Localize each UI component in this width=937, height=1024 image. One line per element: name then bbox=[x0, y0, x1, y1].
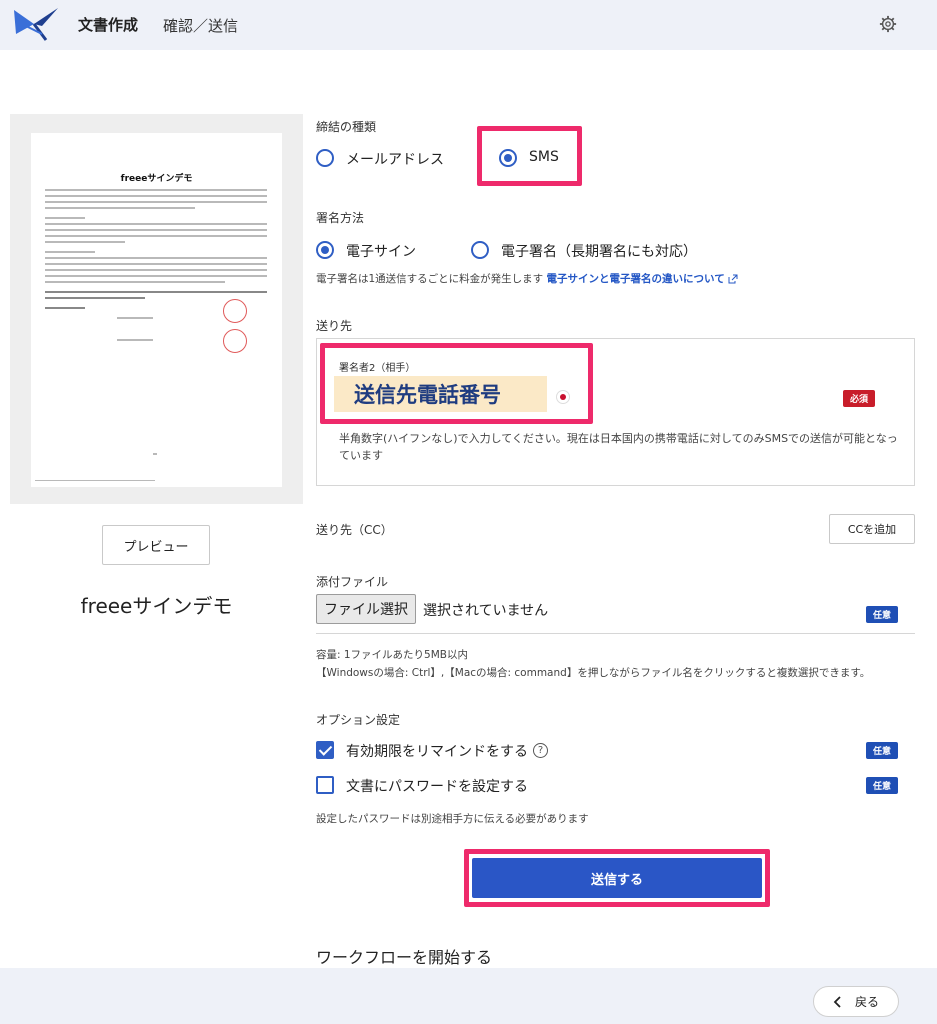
stamp-icon bbox=[223, 329, 247, 353]
attachment-label: 添付ファイル bbox=[316, 575, 389, 589]
text-line bbox=[45, 223, 267, 225]
freee-sign-logo-icon bbox=[14, 8, 58, 41]
attachment-size-note: 容量: 1ファイルあたり5MB以内 bbox=[316, 649, 468, 661]
text-line bbox=[45, 251, 95, 253]
back-button-label: 戻る bbox=[854, 995, 879, 1009]
radio-email-label[interactable]: メールアドレス bbox=[346, 149, 444, 169]
phone-hint-text: 半角数字(ハイフンなし)で入力してください。現在は日本国内の携帯電話に対してのみ… bbox=[339, 432, 898, 462]
start-workflow-heading[interactable]: ワークフローを開始する bbox=[316, 944, 492, 968]
highlight-frame-sms bbox=[477, 126, 582, 186]
chevron-left-icon bbox=[833, 995, 841, 1008]
back-button[interactable]: 戻る bbox=[813, 986, 899, 1017]
optional-badge: 任意 bbox=[866, 777, 898, 794]
document-title: freeeサインデモ bbox=[80, 594, 233, 618]
password-label[interactable]: 文書にパスワードを設定する bbox=[346, 776, 528, 796]
optional-badge: 任意 bbox=[866, 606, 898, 623]
options-label: オプション設定 bbox=[316, 713, 401, 727]
radio-email[interactable] bbox=[316, 149, 334, 167]
radio-digital-signature-label[interactable]: 電子署名（長期署名にも対応） bbox=[501, 241, 697, 261]
radio-digital-signature[interactable] bbox=[471, 241, 489, 259]
text-line bbox=[45, 241, 125, 243]
highlight-frame-send bbox=[464, 849, 770, 907]
text-line bbox=[45, 217, 85, 219]
attachment-multi-select-note: 【Windowsの場合: Ctrl】,【Macの場合: command】を押しな… bbox=[316, 667, 871, 679]
fee-note-text: 電子署名は1通送信するごとに料金が発生します bbox=[316, 273, 544, 285]
footer-line bbox=[35, 480, 155, 481]
page-title: 確認／送信 bbox=[163, 17, 239, 35]
contract-type-label: 締結の種類 bbox=[316, 120, 377, 134]
password-note: 設定したパスワードは別途相手方に伝える必要があります bbox=[316, 813, 589, 825]
signing-method-label: 署名方法 bbox=[316, 211, 365, 225]
page-number-mark bbox=[153, 453, 157, 455]
document-page: freeeサインデモ bbox=[31, 133, 282, 487]
text-line bbox=[45, 281, 225, 283]
text-line bbox=[45, 307, 85, 309]
external-link-icon[interactable] bbox=[728, 274, 738, 284]
cc-label: 送り先（CC） bbox=[316, 523, 393, 537]
attachment-divider bbox=[316, 633, 915, 634]
text-line bbox=[117, 317, 153, 319]
text-line bbox=[45, 297, 145, 299]
text-line bbox=[45, 235, 267, 237]
add-cc-button[interactable]: CCを追加 bbox=[829, 514, 915, 544]
radio-e-sign-label[interactable]: 電子サイン bbox=[346, 241, 416, 261]
reminder-label[interactable]: 有効期限をリマインドをする bbox=[346, 741, 528, 761]
recipient-label: 送り先 bbox=[316, 319, 353, 333]
highlight-frame-phone bbox=[320, 343, 593, 424]
footer-bar bbox=[0, 968, 937, 1024]
required-badge: 必須 bbox=[843, 390, 875, 407]
help-icon[interactable]: ? bbox=[533, 743, 548, 758]
choose-file-button[interactable]: ファイル選択 bbox=[316, 594, 416, 624]
text-line bbox=[45, 229, 267, 231]
text-line bbox=[45, 189, 267, 191]
text-line bbox=[45, 207, 195, 209]
reminder-checkbox[interactable] bbox=[316, 741, 334, 759]
app-title: 文書作成 bbox=[78, 16, 139, 34]
app-header: 文書作成 確認／送信 bbox=[0, 0, 937, 50]
file-status-text: 選択されていません bbox=[423, 603, 549, 619]
text-line bbox=[45, 257, 267, 259]
document-thumbnail-heading: freeeサインデモ bbox=[120, 174, 193, 184]
text-line bbox=[45, 195, 267, 197]
text-line bbox=[45, 291, 267, 293]
text-line bbox=[45, 201, 267, 203]
stamp-icon bbox=[223, 299, 247, 323]
password-checkbox[interactable] bbox=[316, 776, 334, 794]
gear-icon[interactable] bbox=[879, 15, 897, 33]
optional-badge: 任意 bbox=[866, 742, 898, 759]
text-line bbox=[117, 339, 153, 341]
signature-difference-link[interactable]: 電子サインと電子署名の違いについて bbox=[547, 273, 725, 285]
text-line bbox=[45, 263, 267, 265]
signing-fee-note: 電子署名は1通送信するごとに料金が発生します 電子サインと電子署名の違いについて bbox=[316, 271, 738, 286]
document-thumbnail[interactable]: freeeサインデモ bbox=[10, 114, 303, 504]
preview-button[interactable]: プレビュー bbox=[102, 525, 210, 565]
text-line bbox=[45, 269, 267, 271]
radio-e-sign[interactable] bbox=[316, 241, 334, 259]
text-line bbox=[45, 275, 267, 277]
